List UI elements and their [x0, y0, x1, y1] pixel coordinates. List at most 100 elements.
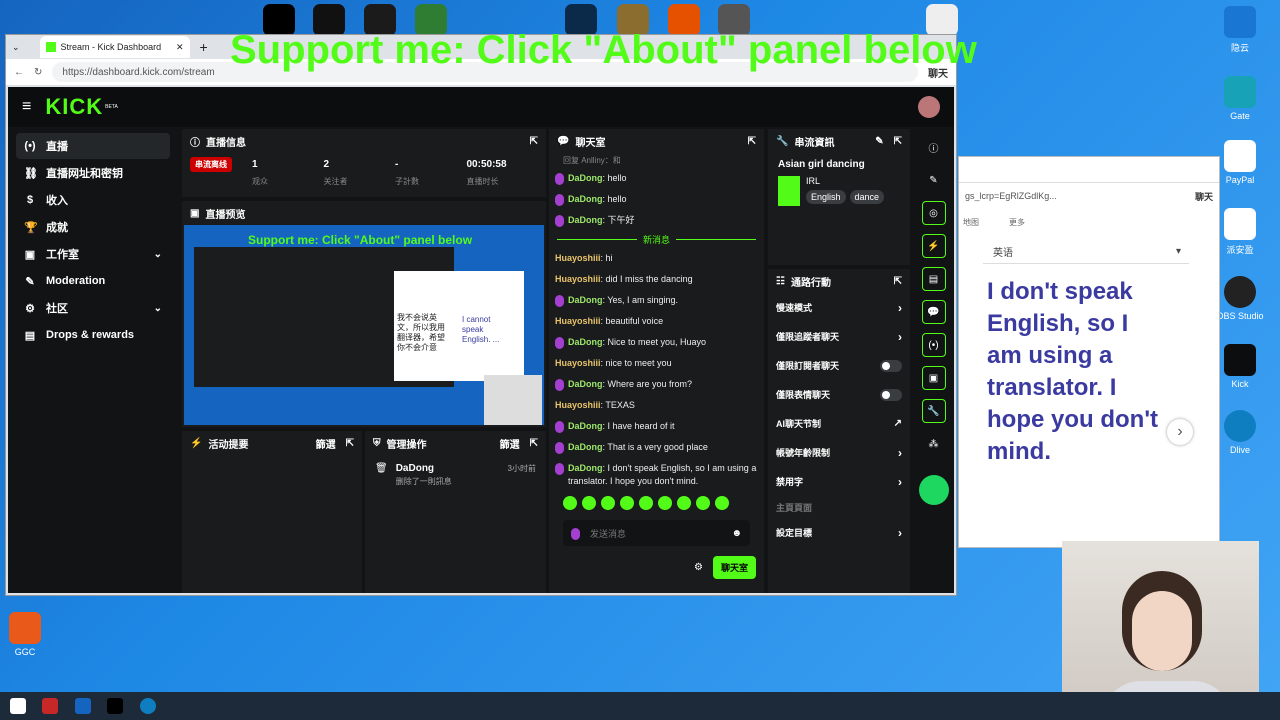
emote-icon[interactable]	[620, 496, 634, 510]
sidebar-item-community[interactable]: ⚙ 社区 ⌄	[16, 295, 170, 321]
chat-username[interactable]: DaDong	[568, 337, 603, 347]
sidebar-item-moderation[interactable]: ✎ Moderation	[16, 268, 170, 294]
map-link[interactable]: 地图	[963, 217, 979, 228]
kick-logo[interactable]: KICK	[45, 94, 103, 120]
support-button[interactable]	[918, 475, 949, 505]
quick-action-item[interactable]: 設定目標 ›	[768, 518, 910, 547]
emote-icon[interactable]	[563, 496, 577, 510]
wrench-icon[interactable]: 🔧	[921, 399, 946, 423]
chevron-right-icon: ›	[898, 525, 902, 540]
preview-video[interactable]: Support me: Click "About" panel below 我不…	[184, 225, 544, 425]
chat-username[interactable]: Huayoshiii	[555, 253, 601, 263]
back-icon[interactable]: ←	[14, 67, 24, 78]
sidebar-item-live[interactable]: (•) 直播	[16, 133, 170, 159]
broadcast-icon[interactable]: (•)	[921, 333, 946, 357]
info-icon[interactable]: ⓘ	[922, 135, 946, 159]
chat-username[interactable]: Huayoshiii	[555, 358, 601, 368]
desktop-icon-ggc[interactable]: GGC	[0, 612, 55, 657]
sidebar-item-achievements[interactable]: 🏆 成就	[16, 214, 170, 240]
chat-text: TEXAS	[605, 400, 635, 410]
sidebar-item-drops[interactable]: ▤ Drops & rewards	[16, 322, 170, 348]
quick-action-item[interactable]: AI聊天节制 ↗	[768, 409, 910, 438]
sidebar-item-revenue[interactable]: $ 收入	[16, 187, 170, 213]
quick-action-item[interactable]: 僅限訂閱者聊天	[768, 351, 910, 380]
gear-icon[interactable]: ⚙	[694, 562, 703, 573]
apps-icon[interactable]: ⁂	[922, 432, 946, 456]
quick-action-item[interactable]: 帳號年齡限制 ›	[768, 438, 910, 467]
emote-icon[interactable]	[582, 496, 596, 510]
close-tab-icon[interactable]: ✕	[176, 42, 184, 53]
menu-icon[interactable]: ≡	[22, 98, 31, 116]
language-select[interactable]: 英语 ▾	[983, 240, 1189, 264]
reply-line: 回复 Anlliny：和	[563, 156, 621, 165]
quick-action-item[interactable]: 僅限表情聊天	[768, 380, 910, 409]
document-icon[interactable]: ▤	[921, 267, 946, 291]
browser-tab[interactable]: Stream - Kick Dashboard ✕	[39, 36, 190, 58]
reload-icon[interactable]: ↻	[34, 67, 42, 78]
desktop-icon-yinyun[interactable]: 隐云	[1210, 6, 1270, 54]
popout-icon[interactable]: ⇱	[530, 438, 538, 449]
sidebar: (•) 直播 ⛓ 直播网址和密钥 $ 收入 🏆 成就 ▣ 工作室 ⌄ ✎ Moderation…	[8, 127, 178, 593]
sidebar-item-stream-key[interactable]: ⛓ 直播网址和密钥	[16, 160, 170, 186]
emote-icon[interactable]	[639, 496, 653, 510]
chat-username[interactable]: DaDong	[568, 215, 603, 225]
tag-pill[interactable]: dance	[849, 190, 885, 204]
chat-username[interactable]: DaDong	[568, 463, 603, 473]
new-tab-icon[interactable]: +	[200, 39, 208, 55]
tab-list-icon[interactable]: ⌄	[12, 42, 20, 53]
tag-pill[interactable]: English	[806, 190, 846, 204]
chat-username[interactable]: DaDong	[568, 173, 603, 183]
chat-username[interactable]: Huayoshiii	[555, 316, 601, 326]
popout-icon[interactable]: ⇱	[894, 276, 902, 287]
emoji-icon[interactable]: ☻	[731, 528, 742, 539]
toggle-switch[interactable]	[880, 388, 902, 401]
chat-icon[interactable]: 💬	[921, 300, 946, 324]
chat-username[interactable]: DaDong	[568, 295, 603, 305]
more-link[interactable]: 更多	[1009, 217, 1025, 228]
chat-username[interactable]: DaDong	[568, 194, 603, 204]
quick-action-item[interactable]: 禁用字 ›	[768, 467, 910, 496]
chat-message: DaDong: I have heard of it	[549, 416, 764, 437]
filter-button[interactable]: 篩選	[500, 436, 520, 451]
chat-username[interactable]: DaDong	[568, 442, 603, 452]
translator-chat-button[interactable]: 聊天	[1195, 190, 1213, 203]
wrench-icon: 🔧	[776, 135, 789, 147]
avatar[interactable]	[918, 96, 940, 118]
quick-action-item[interactable]: 慢速模式 ›	[768, 293, 910, 322]
chat-username[interactable]: Huayoshiii	[555, 274, 601, 284]
popout-icon[interactable]: ⇱	[530, 136, 538, 147]
popout-icon[interactable]: ⇱	[748, 136, 756, 147]
chat-input[interactable]: 发送消息 ☻	[563, 520, 750, 546]
layout-icon[interactable]: ▣	[921, 366, 946, 390]
mic-icon[interactable]	[571, 527, 580, 540]
chat-username[interactable]: DaDong	[568, 379, 603, 389]
mod-user[interactable]: DaDong	[396, 463, 500, 474]
tiktok-icon[interactable]	[107, 698, 123, 714]
app-icon[interactable]	[75, 698, 91, 714]
lightning-icon[interactable]: ⚡	[921, 234, 946, 258]
emote-icon[interactable]	[696, 496, 710, 510]
edit-icon[interactable]: ✎	[922, 168, 946, 192]
send-button[interactable]: 聊天室	[712, 556, 756, 579]
edit-icon[interactable]: ✎	[875, 136, 883, 147]
emote-icon[interactable]	[658, 496, 672, 510]
sidebar-item-studio[interactable]: ▣ 工作室 ⌄	[16, 241, 170, 267]
target-icon[interactable]: ◎	[921, 201, 946, 225]
popout-icon[interactable]: ⇱	[894, 136, 902, 147]
next-arrow-icon[interactable]: ›	[1167, 419, 1193, 445]
emote-icon[interactable]	[677, 496, 691, 510]
popout-icon[interactable]: ⇱	[346, 438, 354, 449]
emote-icon[interactable]	[715, 496, 729, 510]
chat-username[interactable]: Huayoshiii	[555, 400, 601, 410]
emote-icon[interactable]	[601, 496, 615, 510]
chat-text: That is a very good place	[607, 442, 708, 452]
app-icon[interactable]	[42, 698, 58, 714]
filter-button[interactable]: 篩選	[316, 436, 336, 451]
toggle-switch[interactable]	[880, 359, 902, 372]
desktop-icon-gate[interactable]: Gate	[1210, 76, 1270, 121]
quick-action-item[interactable]: 僅限追蹤者聊天 ›	[768, 322, 910, 351]
translator-url[interactable]: gs_lcrp=EgRlZGdlKg...	[965, 191, 1057, 201]
chat-username[interactable]: DaDong	[568, 421, 603, 431]
edge-icon[interactable]	[140, 698, 156, 714]
windows-start-icon[interactable]	[10, 698, 26, 714]
